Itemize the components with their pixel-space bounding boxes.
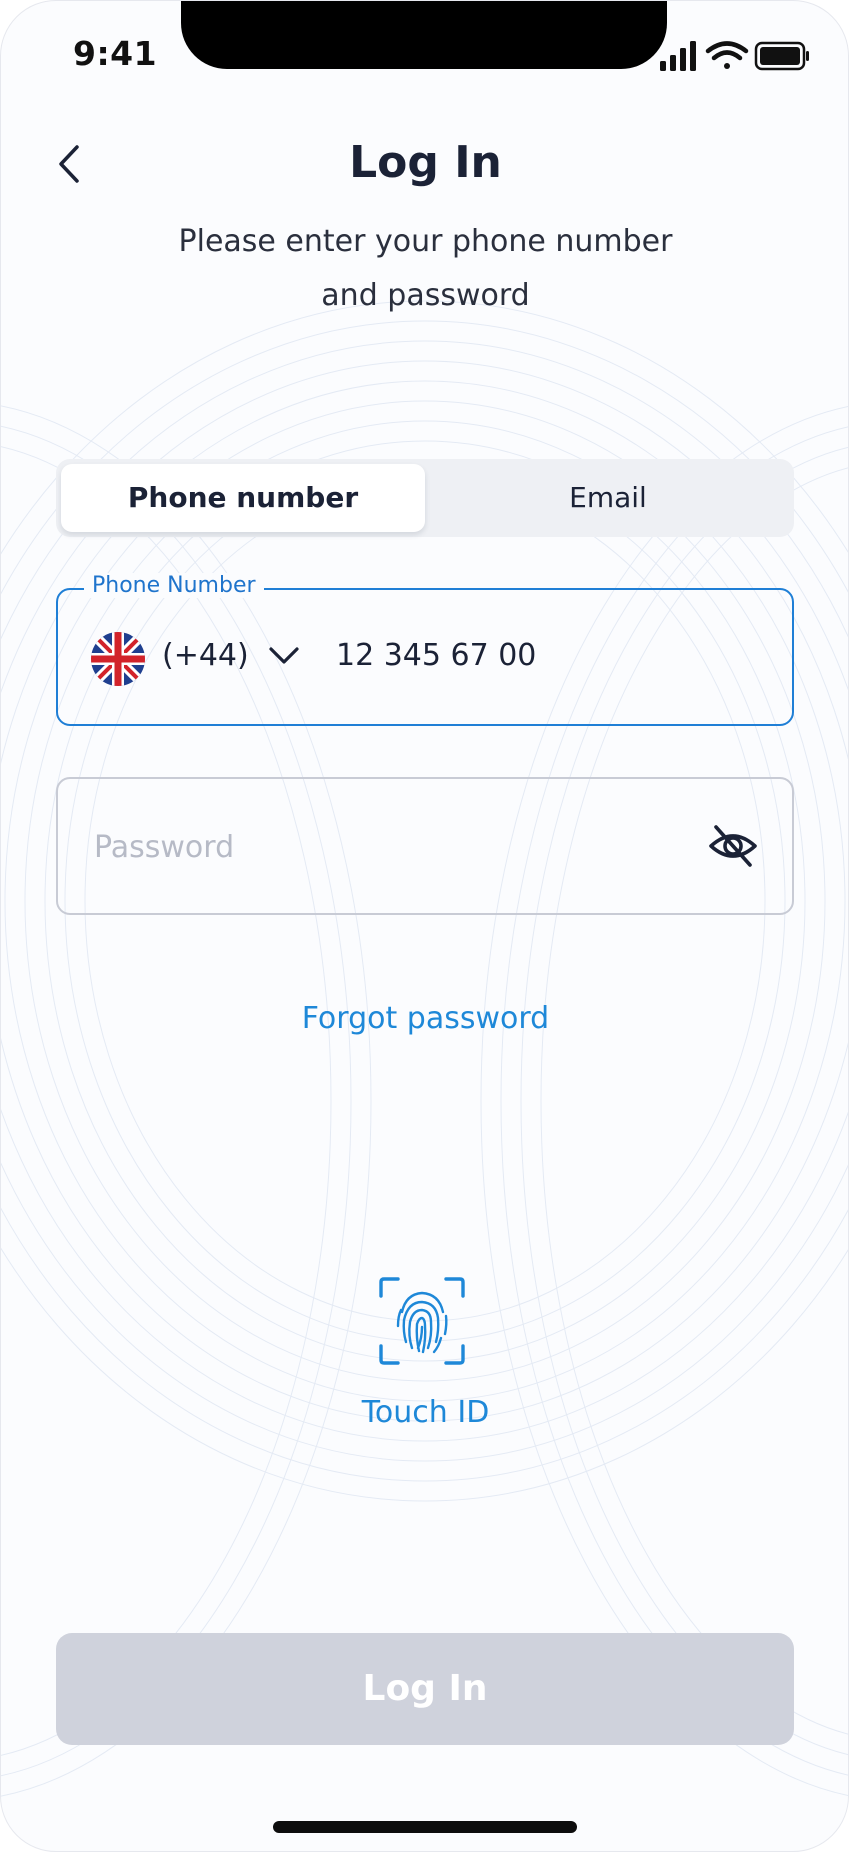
forgot-password-link[interactable]: Forgot password xyxy=(1,1001,848,1036)
phone-number-field[interactable]: Phone Number (+44) 12 345 67 00 xyxy=(56,573,794,726)
tab-phone-number[interactable]: Phone number xyxy=(61,464,425,532)
device-notch xyxy=(181,1,667,69)
password-input[interactable] xyxy=(92,821,656,873)
status-time: 9:41 xyxy=(73,34,158,73)
uk-flag-icon[interactable] xyxy=(91,632,145,686)
subtitle-line-1: Please enter your phone number xyxy=(178,224,673,259)
subtitle-line-2: and password xyxy=(321,278,530,313)
page-title: Log In xyxy=(349,137,502,188)
wifi-icon xyxy=(705,41,749,69)
phone-number-value[interactable]: 12 345 67 00 xyxy=(336,638,536,673)
password-field[interactable] xyxy=(56,777,794,915)
touch-id-label[interactable]: Touch ID xyxy=(1,1395,848,1430)
phone-screen: 9:41 Log In Please enter your phone numb… xyxy=(0,0,849,1852)
home-indicator xyxy=(273,1821,577,1833)
battery-icon xyxy=(754,41,809,71)
cellular-signal-icon xyxy=(660,41,696,71)
page-subtitle: Please enter your phone number and passw… xyxy=(1,215,848,323)
login-method-tabs: Phone number Email xyxy=(56,459,794,537)
status-icons xyxy=(660,41,809,71)
phone-number-label: Phone Number xyxy=(84,573,264,598)
chevron-down-icon[interactable] xyxy=(268,644,300,668)
fingerprint-icon[interactable] xyxy=(378,1276,466,1366)
country-code[interactable]: (+44) xyxy=(162,638,249,673)
tab-email[interactable]: Email xyxy=(426,464,790,532)
login-button[interactable]: Log In xyxy=(56,1633,794,1745)
eye-off-icon[interactable] xyxy=(708,823,758,869)
